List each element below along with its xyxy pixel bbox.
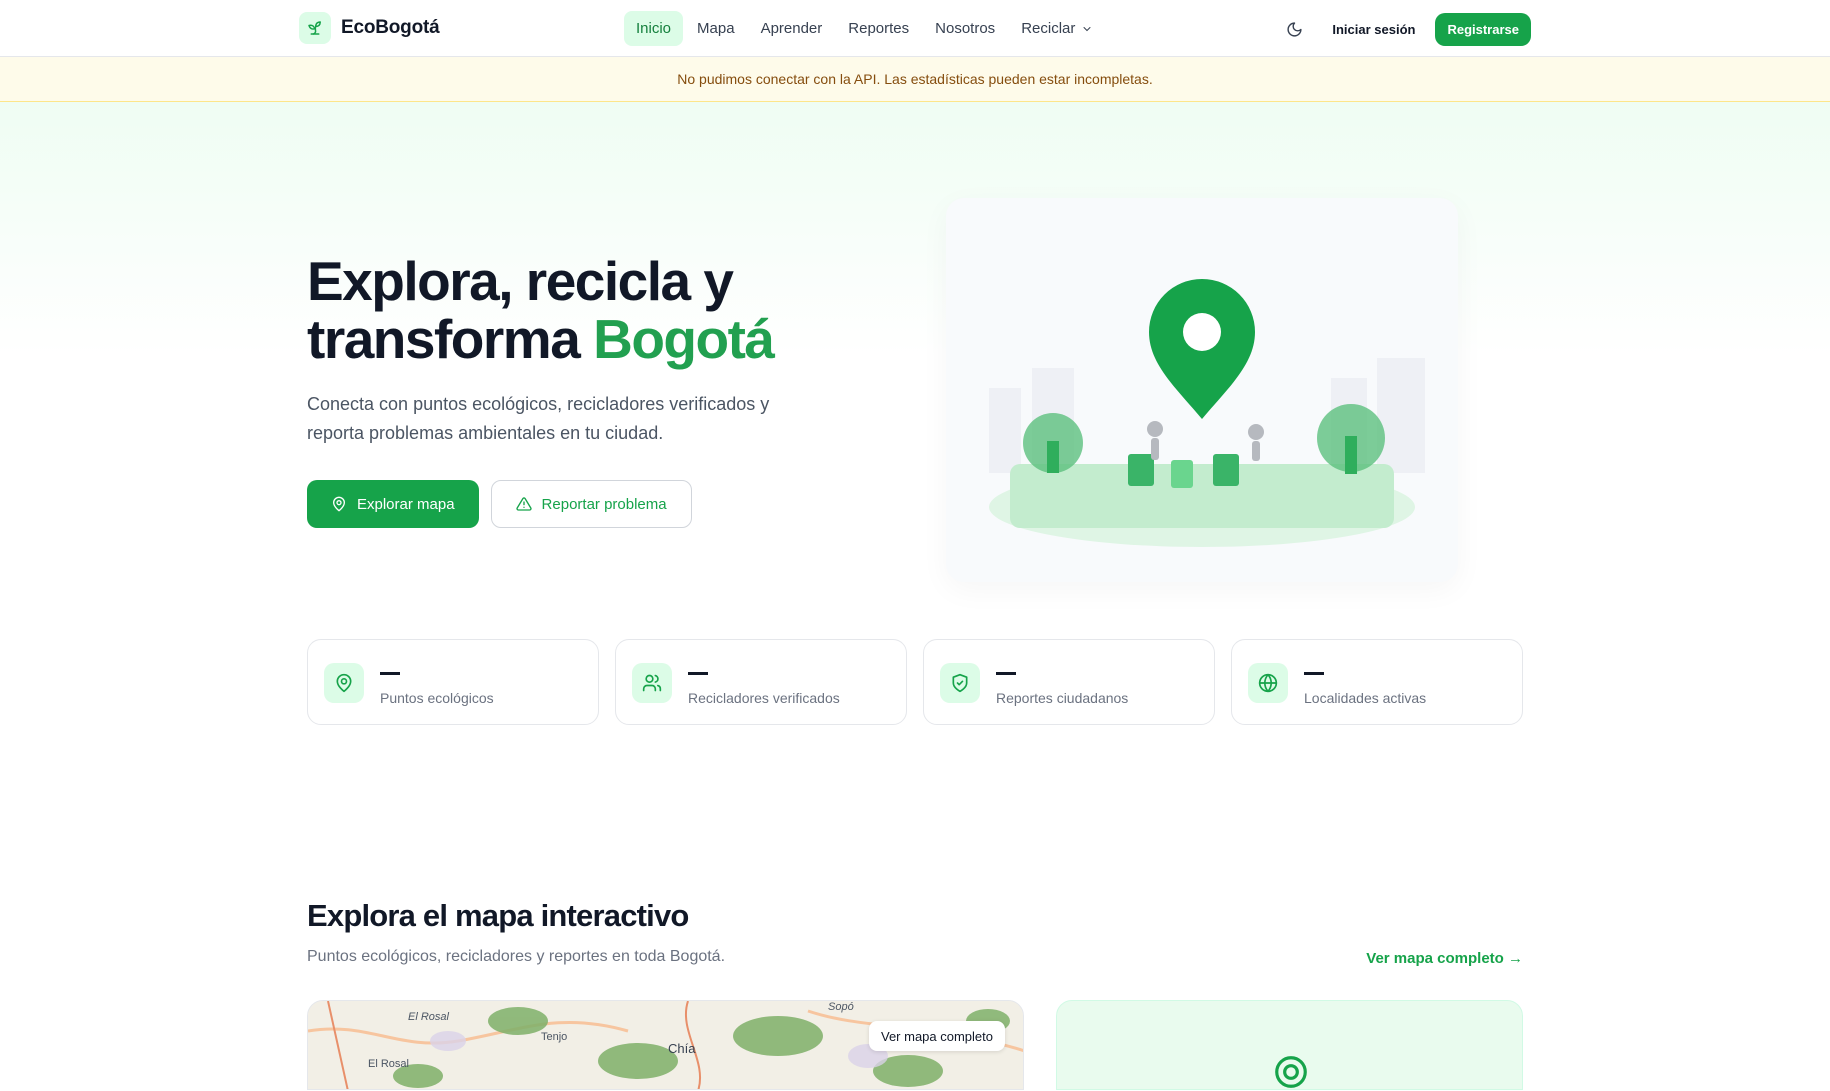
stat-value-dash — [380, 672, 400, 675]
stat-card-recicladores: Recicladores verificados — [615, 639, 907, 725]
map-pin-icon — [324, 663, 364, 703]
hero-subtitle: Conecta con puntos ecológicos, reciclado… — [307, 394, 770, 443]
nav-item-inicio[interactable]: Inicio — [624, 11, 684, 46]
nav-item-mapa[interactable]: Mapa — [685, 11, 747, 46]
stat-card-puntos: Puntos ecológicos — [307, 639, 599, 725]
register-button[interactable]: Registrarse — [1435, 12, 1531, 46]
stat-label: Localidades activas — [1304, 690, 1427, 706]
report-problem-button[interactable]: Reportar problema — [490, 480, 692, 528]
nav-item-aprender[interactable]: Aprender — [749, 11, 835, 46]
explore-map-button[interactable]: Explorar mapa — [307, 480, 479, 528]
report-problem-label: Reportar problema — [541, 495, 667, 513]
users-icon — [632, 663, 672, 703]
stat-label: Recicladores verificados — [688, 690, 840, 706]
stat-value-dash — [1304, 672, 1324, 675]
map-section-subtitle: Puntos ecológicos, recicladores y report… — [307, 948, 726, 965]
stat-card-reportes: Reportes ciudadanos — [923, 639, 1215, 725]
stats-row: Puntos ecológicos Recicladores verificad… — [307, 639, 1523, 725]
target-icon — [1272, 1053, 1310, 1091]
top-navbar: EcoBogotá Inicio Mapa Aprender Reportes … — [0, 0, 1830, 57]
map-place-label: Tenjo — [541, 1031, 568, 1043]
hero-illustration — [946, 198, 1458, 582]
shield-icon — [940, 663, 980, 703]
map-full-view-button[interactable]: Ver mapa completo — [868, 1021, 1005, 1051]
hero-title: Explora, recicla y transforma Bogotá — [307, 252, 867, 368]
hero-section: Explora, recicla y transforma Bogotá Con… — [0, 102, 1830, 582]
sprout-icon — [299, 12, 331, 44]
hero-title-accent: Bogotá — [593, 308, 775, 370]
stat-card-localidades: Localidades activas — [1231, 639, 1523, 725]
stat-value-dash — [996, 672, 1016, 675]
map-pin-icon — [331, 496, 347, 512]
hero-title-line1: Explora, recicla y — [307, 250, 734, 312]
full-map-link[interactable]: Ver mapa completo → — [1366, 950, 1523, 967]
map-place-label: El Rosal — [368, 1058, 409, 1070]
explore-map-label: Explorar mapa — [357, 495, 455, 513]
map-side-card — [1056, 1000, 1523, 1090]
nav-item-reportes[interactable]: Reportes — [836, 11, 921, 46]
stat-value-dash — [688, 672, 708, 675]
brand[interactable]: EcoBogotá — [299, 12, 440, 44]
map-preview[interactable]: El Rosal Tenjo Chía Sopó El Rosal Ver ma… — [307, 1000, 1024, 1090]
chevron-down-icon — [1081, 23, 1093, 35]
nav-item-reciclar-label: Reciclar — [1021, 20, 1076, 37]
map-place-label: Sopó — [828, 1001, 854, 1013]
nav-item-nosotros[interactable]: Nosotros — [923, 11, 1007, 46]
map-place-label: El Rosal — [408, 1011, 449, 1023]
api-warning-banner: No pudimos conectar con la API. Las esta… — [0, 57, 1830, 102]
map-section-title: Explora el mapa interactivo — [307, 898, 689, 933]
header-actions: Iniciar sesión Registrarse — [1276, 11, 1531, 47]
hero-title-line2: transforma — [307, 308, 581, 370]
stat-label: Puntos ecológicos — [380, 690, 494, 706]
nav-item-reciclar[interactable]: Reciclar — [1009, 11, 1105, 46]
globe-icon — [1248, 663, 1288, 703]
alert-triangle-icon — [515, 496, 532, 512]
main-nav: Inicio Mapa Aprender Reportes Nosotros R… — [624, 11, 1107, 46]
login-link[interactable]: Iniciar sesión — [1326, 22, 1421, 37]
moon-icon[interactable] — [1276, 11, 1312, 47]
stat-label: Reportes ciudadanos — [996, 690, 1129, 706]
brand-name: EcoBogotá — [341, 17, 440, 38]
hero-actions: Explorar mapa Reportar problema — [307, 480, 692, 528]
map-place-label: Chía — [668, 1041, 696, 1056]
